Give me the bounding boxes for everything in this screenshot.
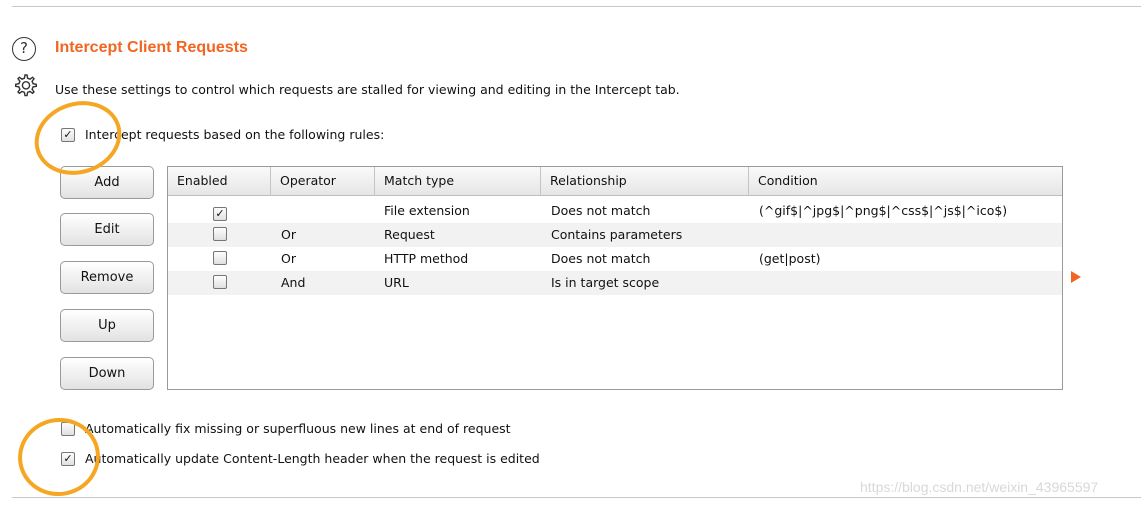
column-header-operator[interactable]: Operator [271, 167, 375, 196]
table-header: Enabled Operator Match type Relationship… [168, 167, 1062, 196]
row-enabled-checkbox[interactable] [213, 227, 227, 241]
down-button[interactable]: Down [60, 357, 154, 390]
top-divider [12, 6, 1141, 7]
watermark: https://blog.csdn.net/weixin_43965597 [860, 479, 1099, 495]
row-condition: (^gif$|^jpg$|^png$|^css$|^js$|^ico$) [759, 203, 1008, 218]
table-row[interactable]: And URL Is in target scope [168, 271, 1062, 295]
fix-newlines-checkbox[interactable] [61, 422, 75, 436]
column-header-relationship[interactable]: Relationship [541, 167, 749, 196]
section-title: Intercept Client Requests [55, 39, 248, 56]
row-relationship: Is in target scope [551, 275, 660, 290]
row-relationship: Contains parameters [551, 227, 683, 242]
intercept-rules-label: Intercept requests based on the followin… [85, 127, 385, 142]
table-row[interactable]: Or Request Contains parameters [168, 223, 1062, 247]
up-button[interactable]: Up [60, 309, 154, 342]
column-header-match-type[interactable]: Match type [375, 167, 541, 196]
gear-icon[interactable] [11, 72, 39, 100]
rules-table: Enabled Operator Match type Relationship… [167, 166, 1063, 390]
row-match-type: URL [384, 275, 409, 290]
row-operator: And [281, 275, 306, 290]
check-icon: ✓ [215, 207, 225, 220]
update-content-length-label: Automatically update Content-Length head… [85, 451, 540, 466]
row-match-type: Request [384, 227, 435, 242]
row-relationship: Does not match [551, 251, 651, 266]
add-button[interactable]: Add [60, 166, 154, 199]
edit-button[interactable]: Edit [60, 213, 154, 246]
row-enabled-checkbox[interactable] [213, 275, 227, 289]
check-icon: ✓ [63, 128, 73, 141]
row-enabled-checkbox[interactable]: ✓ [213, 207, 227, 221]
help-icon[interactable]: ? [12, 37, 36, 61]
row-condition: (get|post) [759, 251, 821, 266]
table-row[interactable]: Or HTTP method Does not match (get|post) [168, 247, 1062, 271]
row-enabled-checkbox[interactable] [213, 251, 227, 265]
remove-button[interactable]: Remove [60, 261, 154, 294]
bottom-divider [12, 497, 1141, 498]
expand-arrow-icon[interactable] [1071, 271, 1081, 283]
column-header-condition[interactable]: Condition [749, 167, 1062, 196]
section-description: Use these settings to control which requ… [55, 82, 680, 97]
row-match-type: HTTP method [384, 251, 469, 266]
table-row[interactable]: ✓ File extension Does not match (^gif$|^… [168, 199, 1062, 223]
row-relationship: Does not match [551, 203, 651, 218]
row-operator: Or [281, 227, 296, 242]
update-content-length-checkbox[interactable]: ✓ [61, 452, 75, 466]
row-match-type: File extension [384, 203, 470, 218]
check-icon: ✓ [63, 452, 73, 465]
fix-newlines-label: Automatically fix missing or superfluous… [85, 421, 511, 436]
row-operator: Or [281, 251, 296, 266]
column-header-enabled[interactable]: Enabled [168, 167, 271, 196]
intercept-rules-checkbox[interactable]: ✓ [61, 128, 75, 142]
